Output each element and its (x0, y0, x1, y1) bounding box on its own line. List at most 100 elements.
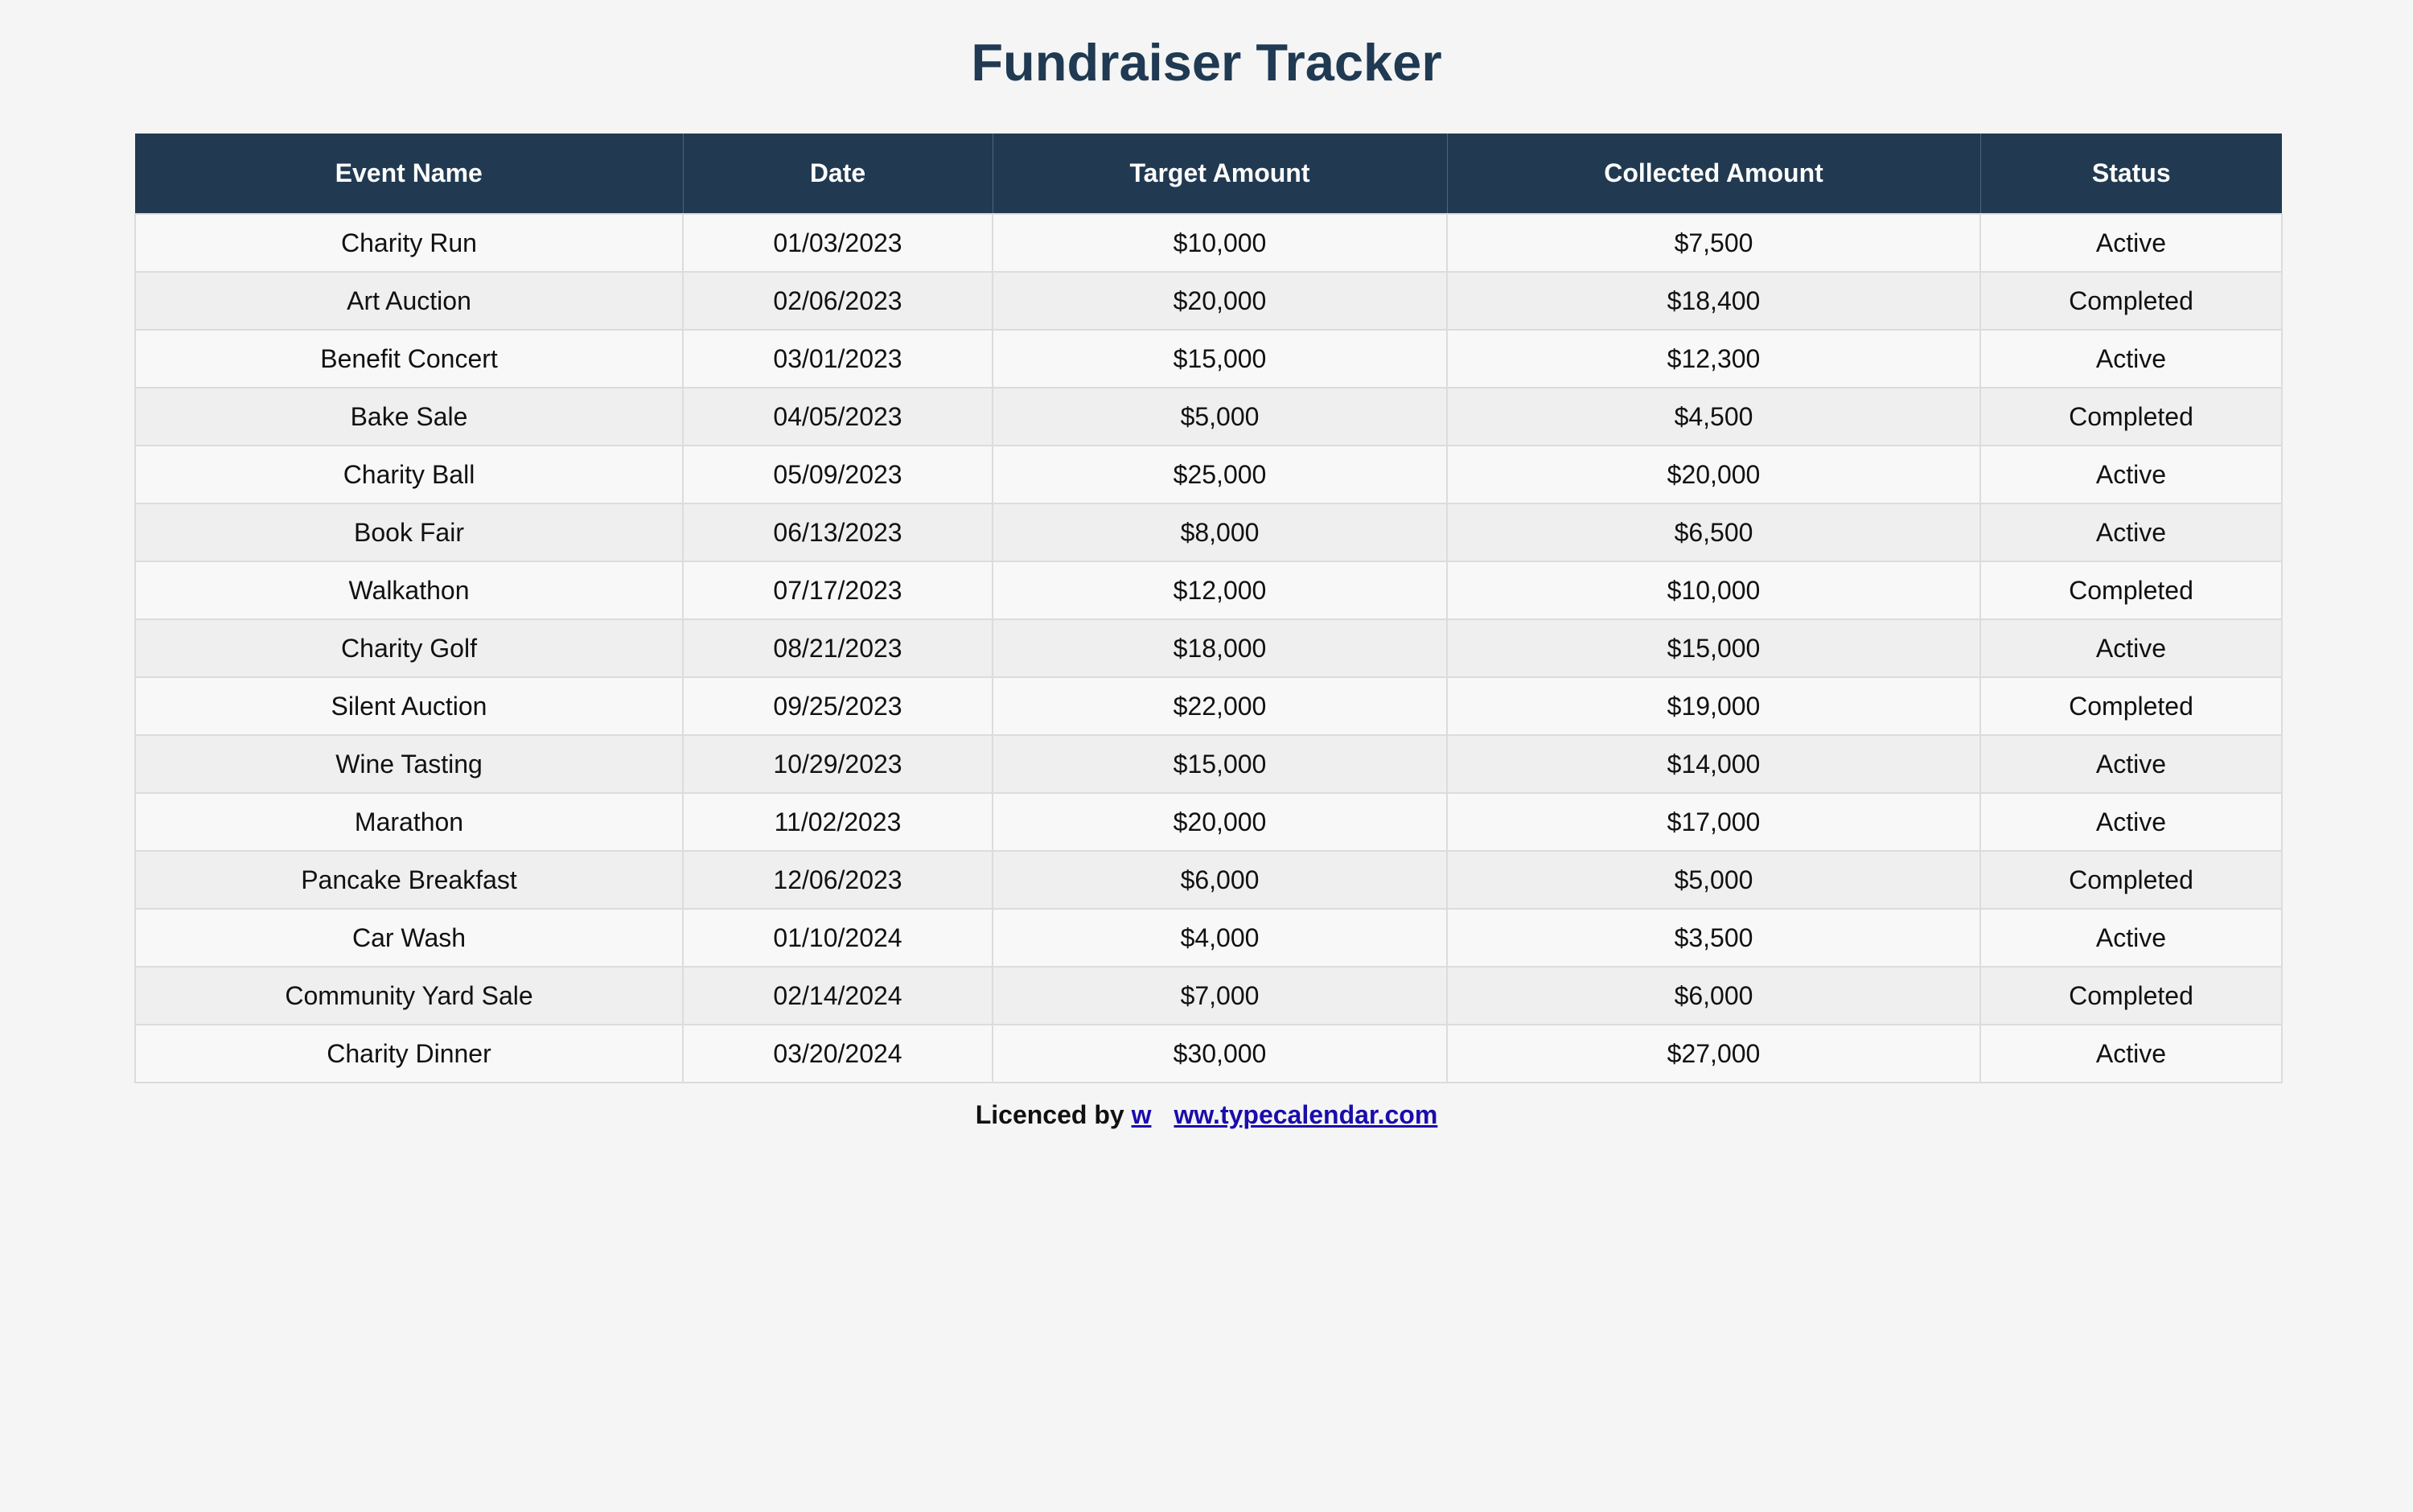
cell-date: 01/03/2023 (682, 213, 993, 273)
cell-target-amount: $12,000 (992, 561, 1448, 620)
footer-licence: Licenced by w ww.typecalendar.com (0, 1100, 2413, 1130)
page-title: Fundraiser Tracker (971, 33, 1442, 92)
cell-collected-amount: $4,500 (1446, 387, 1981, 446)
cell-target-amount: $22,000 (992, 676, 1448, 736)
table-row: Charity Ball 05/09/2023 $25,000 $20,000 Acti… (134, 445, 2283, 504)
footer-link-part2[interactable]: ww.typecalendar.com (1174, 1100, 1437, 1129)
cell-event-name: Car Wash (134, 908, 684, 968)
column-header-collected-amount: Collected Amount (1447, 134, 1981, 214)
column-header-target-amount: Target Amount (993, 134, 1448, 214)
cell-date: 02/14/2024 (682, 966, 993, 1025)
cell-status: Active (1979, 445, 2283, 504)
page: Fundraiser Tracker Event Name Date Targe… (0, 0, 2413, 1512)
table-row: Charity Dinner 03/20/2024 $30,000 $27,000 Ac… (134, 1024, 2283, 1083)
cell-date: 03/01/2023 (682, 329, 993, 388)
cell-target-amount: $4,000 (992, 908, 1448, 968)
table-row: Community Yard Sale 02/14/2024 $7,000 $6,00… (134, 966, 2283, 1025)
cell-event-name: Bake Sale (134, 387, 684, 446)
table-row: Art Auction 02/06/2023 $20,000 $18,400 Compl… (134, 271, 2283, 331)
cell-collected-amount: $7,500 (1446, 213, 1981, 273)
cell-date: 04/05/2023 (682, 387, 993, 446)
cell-date: 11/02/2023 (682, 792, 993, 852)
cell-date: 10/29/2023 (682, 734, 993, 794)
cell-status: Completed (1979, 387, 2283, 446)
cell-target-amount: $6,000 (992, 850, 1448, 910)
cell-status: Active (1979, 792, 2283, 852)
cell-event-name: Community Yard Sale (134, 966, 684, 1025)
cell-status: Active (1979, 1024, 2283, 1083)
table-row: Charity Golf 08/21/2023 $18,000 $15,000 Acti… (134, 618, 2283, 678)
cell-event-name: Charity Dinner (134, 1024, 684, 1083)
cell-collected-amount: $6,500 (1446, 503, 1981, 562)
cell-target-amount: $25,000 (992, 445, 1448, 504)
cell-status: Active (1979, 329, 2283, 388)
table-row: Marathon 11/02/2023 $20,000 $17,000 Active (134, 792, 2283, 852)
table-row: Charity Run 01/03/2023 $10,000 $7,500 Active (134, 213, 2283, 273)
cell-target-amount: $20,000 (992, 792, 1448, 852)
cell-collected-amount: $14,000 (1446, 734, 1981, 794)
cell-status: Completed (1979, 676, 2283, 736)
table-row: Benefit Concert 03/01/2023 $15,000 $12,300 A… (134, 329, 2283, 388)
cell-status: Completed (1979, 561, 2283, 620)
column-header-date: Date (683, 134, 993, 214)
cell-collected-amount: $17,000 (1446, 792, 1981, 852)
cell-target-amount: $15,000 (992, 734, 1448, 794)
footer-link-part1[interactable]: w (1132, 1100, 1152, 1129)
cell-event-name: Charity Run (134, 213, 684, 273)
cell-date: 07/17/2023 (682, 561, 993, 620)
cell-target-amount: $8,000 (992, 503, 1448, 562)
cell-date: 03/20/2024 (682, 1024, 993, 1083)
cell-event-name: Book Fair (134, 503, 684, 562)
cell-event-name: Walkathon (134, 561, 684, 620)
cell-target-amount: $5,000 (992, 387, 1448, 446)
table-row: Bake Sale 04/05/2023 $5,000 $4,500 Completed (134, 387, 2283, 446)
cell-date: 05/09/2023 (682, 445, 993, 504)
table-header-row: Event Name Date Target Amount Collected … (135, 134, 2282, 214)
cell-collected-amount: $20,000 (1446, 445, 1981, 504)
cell-status: Completed (1979, 271, 2283, 331)
cell-date: 02/06/2023 (682, 271, 993, 331)
cell-collected-amount: $6,000 (1446, 966, 1981, 1025)
cell-target-amount: $20,000 (992, 271, 1448, 331)
cell-collected-amount: $27,000 (1446, 1024, 1981, 1083)
table-row: Wine Tasting 10/29/2023 $15,000 $14,000 Acti… (134, 734, 2283, 794)
cell-date: 09/25/2023 (682, 676, 993, 736)
cell-collected-amount: $15,000 (1446, 618, 1981, 678)
cell-target-amount: $30,000 (992, 1024, 1448, 1083)
cell-collected-amount: $18,400 (1446, 271, 1981, 331)
cell-status: Active (1979, 618, 2283, 678)
cell-collected-amount: $19,000 (1446, 676, 1981, 736)
table-row: Book Fair 06/13/2023 $8,000 $6,500 Active (134, 503, 2283, 562)
cell-status: Completed (1979, 966, 2283, 1025)
cell-event-name: Silent Auction (134, 676, 684, 736)
fundraiser-table: Event Name Date Target Amount Collected … (134, 134, 2283, 1083)
cell-collected-amount: $5,000 (1446, 850, 1981, 910)
table-row: Walkathon 07/17/2023 $12,000 $10,000 Complet… (134, 561, 2283, 620)
cell-target-amount: $7,000 (992, 966, 1448, 1025)
column-header-event-name: Event Name (135, 134, 684, 214)
table-row: Car Wash 01/10/2024 $4,000 $3,500 Active (134, 908, 2283, 968)
cell-event-name: Charity Golf (134, 618, 684, 678)
table-body: Charity Run 01/03/2023 $10,000 $7,500 Active… (134, 213, 2283, 1083)
cell-date: 08/21/2023 (682, 618, 993, 678)
cell-date: 01/10/2024 (682, 908, 993, 968)
cell-event-name: Pancake Breakfast (134, 850, 684, 910)
footer-prefix: Licenced by (975, 1100, 1124, 1129)
cell-event-name: Wine Tasting (134, 734, 684, 794)
table-row: Pancake Breakfast 12/06/2023 $6,000 $5,000 C… (134, 850, 2283, 910)
cell-status: Active (1979, 908, 2283, 968)
cell-collected-amount: $10,000 (1446, 561, 1981, 620)
cell-target-amount: $18,000 (992, 618, 1448, 678)
cell-collected-amount: $12,300 (1446, 329, 1981, 388)
cell-status: Active (1979, 734, 2283, 794)
cell-status: Active (1979, 213, 2283, 273)
cell-target-amount: $15,000 (992, 329, 1448, 388)
cell-status: Active (1979, 503, 2283, 562)
cell-event-name: Charity Ball (134, 445, 684, 504)
cell-date: 12/06/2023 (682, 850, 993, 910)
cell-event-name: Benefit Concert (134, 329, 684, 388)
cell-status: Completed (1979, 850, 2283, 910)
column-header-status: Status (1980, 134, 2282, 214)
cell-collected-amount: $3,500 (1446, 908, 1981, 968)
cell-event-name: Art Auction (134, 271, 684, 331)
